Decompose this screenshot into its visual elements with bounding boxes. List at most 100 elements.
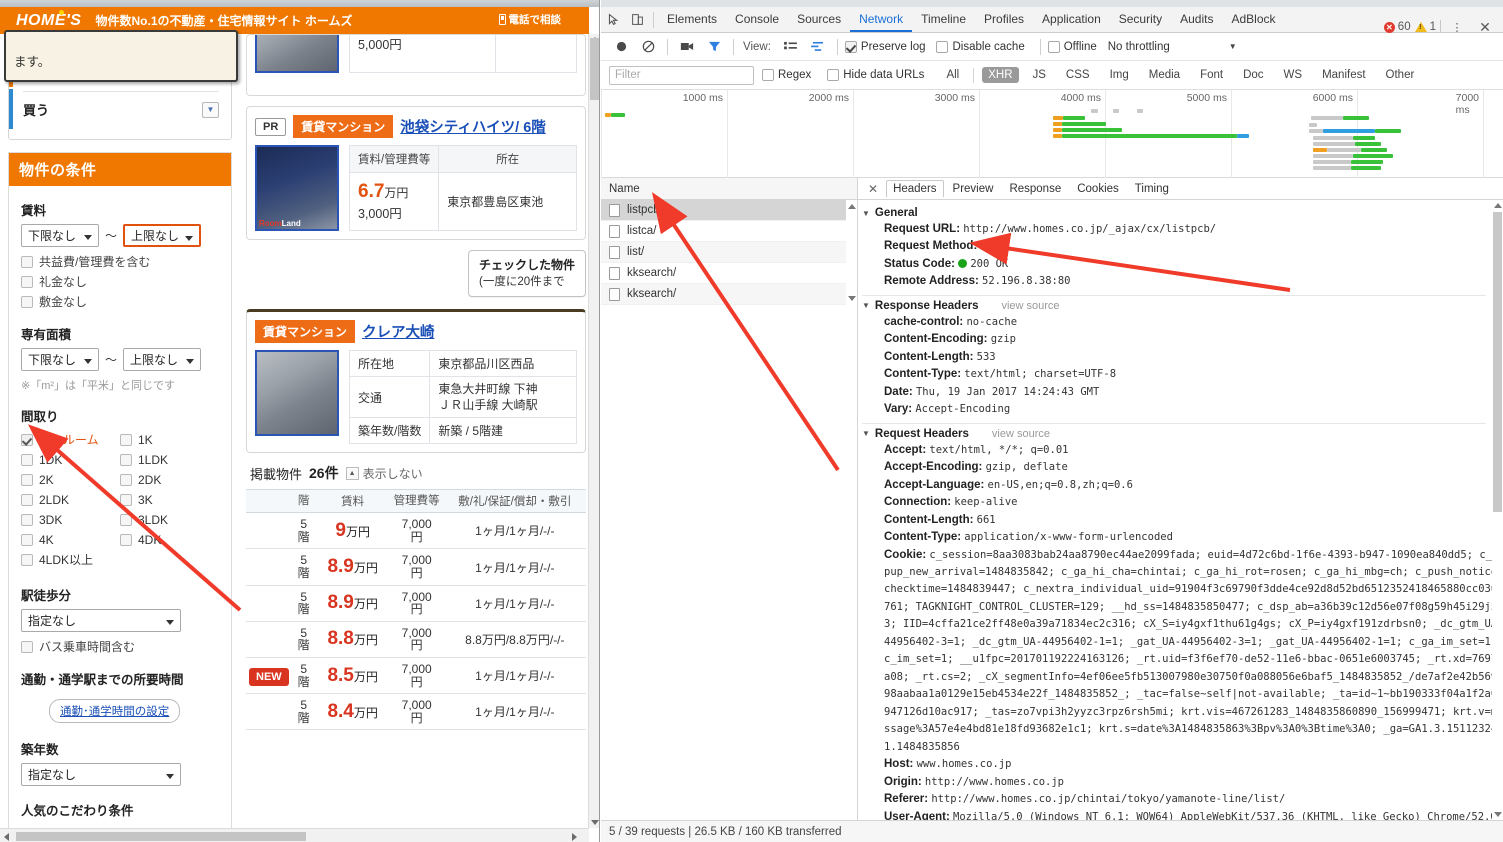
tab-adblock[interactable]: AdBlock bbox=[1222, 7, 1284, 32]
tab-elements[interactable]: Elements bbox=[658, 7, 726, 32]
checkbox-icon[interactable] bbox=[120, 453, 132, 466]
checkbox-icon[interactable] bbox=[21, 295, 33, 308]
madori-item-5[interactable]: 2DK bbox=[120, 470, 219, 489]
tab-console[interactable]: Console bbox=[726, 7, 788, 32]
checkbox-icon[interactable] bbox=[120, 533, 132, 546]
property-card-2[interactable]: 賃貸マンション クレア大崎 所在地 東京都品川区西品 交通 東急大井町線 下神 … bbox=[246, 308, 586, 454]
filter-type-ws[interactable]: WS bbox=[1278, 67, 1309, 83]
filter-type-other[interactable]: Other bbox=[1380, 67, 1421, 83]
checked-properties-button[interactable]: チェックした物件 (一度に20件まで bbox=[467, 250, 586, 297]
madori-item-12[interactable]: 4LDK以上 bbox=[21, 550, 120, 569]
scroll-up-icon[interactable] bbox=[848, 204, 856, 209]
scroll-up-icon[interactable] bbox=[1494, 203, 1502, 208]
checkbox-icon[interactable] bbox=[120, 433, 132, 446]
table-row[interactable]: 5階 8.9万円 7,000 円 1ヶ月/1ヶ月/-/- bbox=[246, 585, 586, 622]
tab-security[interactable]: Security bbox=[1110, 7, 1171, 32]
general-section-title[interactable]: ▼ General bbox=[862, 207, 1503, 219]
filter-input[interactable] bbox=[609, 65, 754, 85]
collapse-icon[interactable]: ▲ bbox=[345, 466, 359, 480]
rent-checkbox-1[interactable]: 礼金なし bbox=[21, 273, 219, 290]
network-timeline-overview[interactable]: 1000 ms 2000 ms 3000 ms 4000 ms 5000 ms … bbox=[601, 90, 1503, 178]
preserve-log-checkbox[interactable]: Preserve log bbox=[844, 40, 925, 53]
checkbox-icon[interactable] bbox=[21, 493, 33, 506]
madori-item-0[interactable]: ワンルーム bbox=[21, 430, 120, 449]
scroll-left-icon[interactable] bbox=[4, 833, 9, 841]
hide-data-urls-checkbox[interactable]: Hide data URLs bbox=[827, 69, 924, 81]
checkbox-icon[interactable] bbox=[21, 640, 33, 653]
card2-title-link[interactable]: クレア大崎 bbox=[362, 321, 435, 342]
tab-profiles[interactable]: Profiles bbox=[975, 7, 1033, 32]
checkbox-icon[interactable] bbox=[21, 453, 33, 466]
close-detail-icon[interactable]: ✕ bbox=[862, 182, 884, 196]
rent-min-select[interactable]: 下限なし bbox=[21, 224, 99, 247]
table-row[interactable]: 5階 8.9万円 7,000 円 1ヶ月/1ヶ月/-/- bbox=[246, 548, 586, 586]
filter-type-css[interactable]: CSS bbox=[1060, 67, 1096, 83]
tab-network[interactable]: Network bbox=[850, 7, 913, 32]
request-row-listca[interactable]: listca/ bbox=[601, 221, 857, 242]
pr-property-thumbnail[interactable]: RoomLand bbox=[255, 145, 339, 231]
inspect-element-icon[interactable] bbox=[601, 8, 625, 32]
page-vscroll-thumb[interactable] bbox=[590, 38, 599, 100]
checkbox-icon[interactable] bbox=[120, 513, 132, 526]
checkbox-icon[interactable] bbox=[21, 553, 33, 566]
madori-item-11[interactable]: 4DK bbox=[120, 530, 219, 549]
request-row-kksearch-1[interactable]: kksearch/ bbox=[601, 263, 857, 284]
checkbox-icon[interactable] bbox=[21, 255, 33, 268]
detail-tab-response[interactable]: Response bbox=[1002, 181, 1068, 197]
filter-type-font[interactable]: Font bbox=[1194, 67, 1229, 83]
list-view-icon[interactable] bbox=[779, 35, 803, 59]
chevron-down-icon-3[interactable]: ▼ bbox=[202, 101, 219, 118]
checkbox-icon[interactable] bbox=[21, 433, 33, 446]
request-row-list[interactable]: list/ bbox=[601, 242, 857, 263]
response-view-source-link[interactable]: view source bbox=[1001, 300, 1059, 312]
detail-scrollbar[interactable] bbox=[1492, 200, 1503, 820]
madori-item-4[interactable]: 2K bbox=[21, 470, 120, 489]
request-row-kksearch-2[interactable]: kksearch/ bbox=[601, 284, 857, 305]
madori-item-6[interactable]: 2LDK bbox=[21, 490, 120, 509]
triangle-down-icon[interactable]: ▼ bbox=[862, 301, 870, 310]
madori-item-8[interactable]: 3DK bbox=[21, 510, 120, 529]
requests-column-header[interactable]: Name bbox=[601, 178, 857, 200]
property-card-pr[interactable]: PR 賃貸マンション 池袋シティハイツ/ 6階 RoomLand 賃料/管理費等… bbox=[246, 106, 586, 240]
clear-icon[interactable] bbox=[636, 35, 660, 59]
madori-item-3[interactable]: 1LDK bbox=[120, 450, 219, 469]
regex-checkbox[interactable]: Regex bbox=[762, 69, 811, 81]
table-row[interactable]: 5階 8.8万円 7,000 円 8.8万円/8.8万円/-/- bbox=[246, 621, 586, 659]
detail-tab-timing[interactable]: Timing bbox=[1128, 181, 1176, 197]
filter-type-media[interactable]: Media bbox=[1143, 67, 1186, 83]
bus-checkbox-row[interactable]: バス乗車時間含む bbox=[21, 638, 219, 655]
filter-type-manifest[interactable]: Manifest bbox=[1316, 67, 1371, 83]
filter-type-doc[interactable]: Doc bbox=[1237, 67, 1269, 83]
madori-item-2[interactable]: 1DK bbox=[21, 450, 120, 469]
device-toolbar-icon[interactable] bbox=[625, 8, 649, 32]
filter-icon[interactable] bbox=[702, 35, 726, 59]
filter-type-xhr[interactable]: XHR bbox=[982, 67, 1019, 83]
checkbox-icon[interactable] bbox=[936, 40, 949, 53]
warning-count-badge[interactable]: 1 bbox=[1414, 21, 1436, 33]
pr-card-title-link[interactable]: 池袋シティハイツ/ 6階 bbox=[400, 116, 545, 137]
checkbox-icon[interactable] bbox=[762, 69, 774, 81]
tab-audits[interactable]: Audits bbox=[1171, 7, 1222, 32]
triangle-down-icon[interactable]: ▼ bbox=[862, 429, 870, 438]
response-headers-section-title[interactable]: ▼ Response Headers view source bbox=[862, 300, 1503, 312]
page-vertical-scrollbar[interactable] bbox=[588, 34, 599, 828]
table-row[interactable]: 5階 9万円 7,000 円 1ヶ月/1ヶ月/-/- bbox=[246, 512, 586, 550]
requests-scrollbar[interactable] bbox=[846, 200, 857, 820]
filter-type-all[interactable]: All bbox=[940, 67, 965, 83]
chevron-down-icon[interactable]: ▼ bbox=[1229, 42, 1237, 51]
commute-settings-button[interactable]: 通勤･通学時間の設定 bbox=[49, 699, 181, 723]
rent-checkbox-2[interactable]: 敷金なし bbox=[21, 293, 219, 310]
madori-item-7[interactable]: 3K bbox=[120, 490, 219, 509]
checkbox-icon[interactable] bbox=[21, 533, 33, 546]
area-min-select[interactable]: 下限なし bbox=[21, 348, 99, 371]
tab-timeline[interactable]: Timeline bbox=[912, 7, 975, 32]
disable-cache-checkbox[interactable]: Disable cache bbox=[936, 40, 1025, 53]
rent-max-select[interactable]: 上限なし bbox=[123, 224, 202, 247]
checkbox-icon[interactable] bbox=[120, 493, 132, 506]
table-row[interactable]: NEW 5階 8.5万円 7,000 円 1ヶ月/1ヶ月/-/- bbox=[246, 657, 586, 695]
type-row-buy[interactable]: 買う ▼ bbox=[23, 91, 219, 127]
checkbox-icon[interactable] bbox=[844, 40, 857, 53]
filter-type-js[interactable]: JS bbox=[1027, 67, 1052, 83]
tab-application[interactable]: Application bbox=[1033, 7, 1110, 32]
throttling-value[interactable]: No throttling bbox=[1108, 41, 1170, 53]
